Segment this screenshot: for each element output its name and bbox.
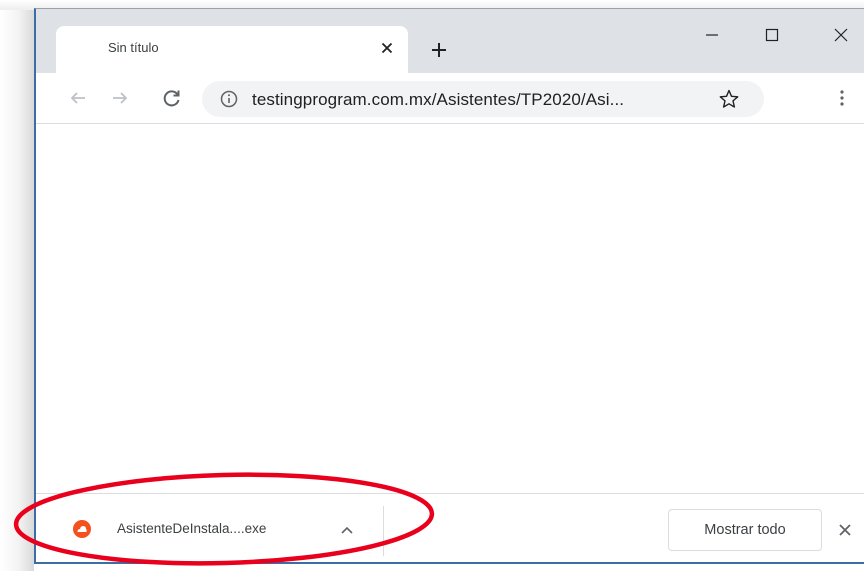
window-shadow	[0, 0, 34, 571]
tab-close-button[interactable]	[376, 37, 398, 59]
forward-button[interactable]	[106, 84, 134, 112]
back-button[interactable]	[64, 84, 92, 112]
maximize-icon	[765, 28, 779, 42]
info-icon[interactable]	[220, 90, 238, 108]
maximize-button[interactable]	[757, 23, 787, 47]
shelf-divider	[383, 506, 384, 556]
tab-title: Sin título	[108, 40, 159, 55]
file-type-icon	[73, 520, 91, 538]
close-icon	[381, 42, 393, 54]
close-icon	[839, 524, 851, 536]
download-filename: AsistenteDeInstala....exe	[117, 521, 267, 536]
minimize-button[interactable]	[697, 23, 727, 47]
kebab-menu-icon	[840, 90, 844, 106]
reload-icon	[163, 90, 180, 107]
show-all-downloads-button[interactable]: Mostrar todo	[668, 509, 822, 551]
chevron-up-icon[interactable]	[337, 520, 357, 540]
arrow-right-icon	[113, 92, 128, 104]
minimize-icon	[706, 34, 718, 36]
navigation-toolbar: testingprogram.com.mx/Asistentes/TP2020/…	[36, 73, 864, 124]
download-item[interactable]: AsistenteDeInstala....exe	[54, 504, 372, 556]
arrow-left-icon	[70, 92, 85, 104]
window-close-button[interactable]	[826, 23, 856, 47]
tab-active[interactable]: Sin título	[56, 26, 408, 73]
plus-icon	[432, 43, 446, 57]
browser-window: Sin título testingprogram.com.mx/Asisten…	[34, 8, 864, 564]
url-text[interactable]: testingprogram.com.mx/Asistentes/TP2020/…	[252, 90, 624, 110]
close-icon	[834, 28, 848, 42]
page-content	[36, 125, 864, 494]
address-bar[interactable]: testingprogram.com.mx/Asistentes/TP2020/…	[202, 81, 764, 117]
browser-menu-button[interactable]	[828, 84, 856, 112]
close-download-shelf-button[interactable]	[834, 519, 856, 541]
star-icon[interactable]	[718, 88, 740, 110]
download-shelf: AsistenteDeInstala....exe Mostrar todo	[36, 493, 864, 562]
tab-strip: Sin título	[36, 9, 864, 73]
reload-button[interactable]	[158, 84, 186, 112]
new-tab-button[interactable]	[426, 37, 452, 63]
